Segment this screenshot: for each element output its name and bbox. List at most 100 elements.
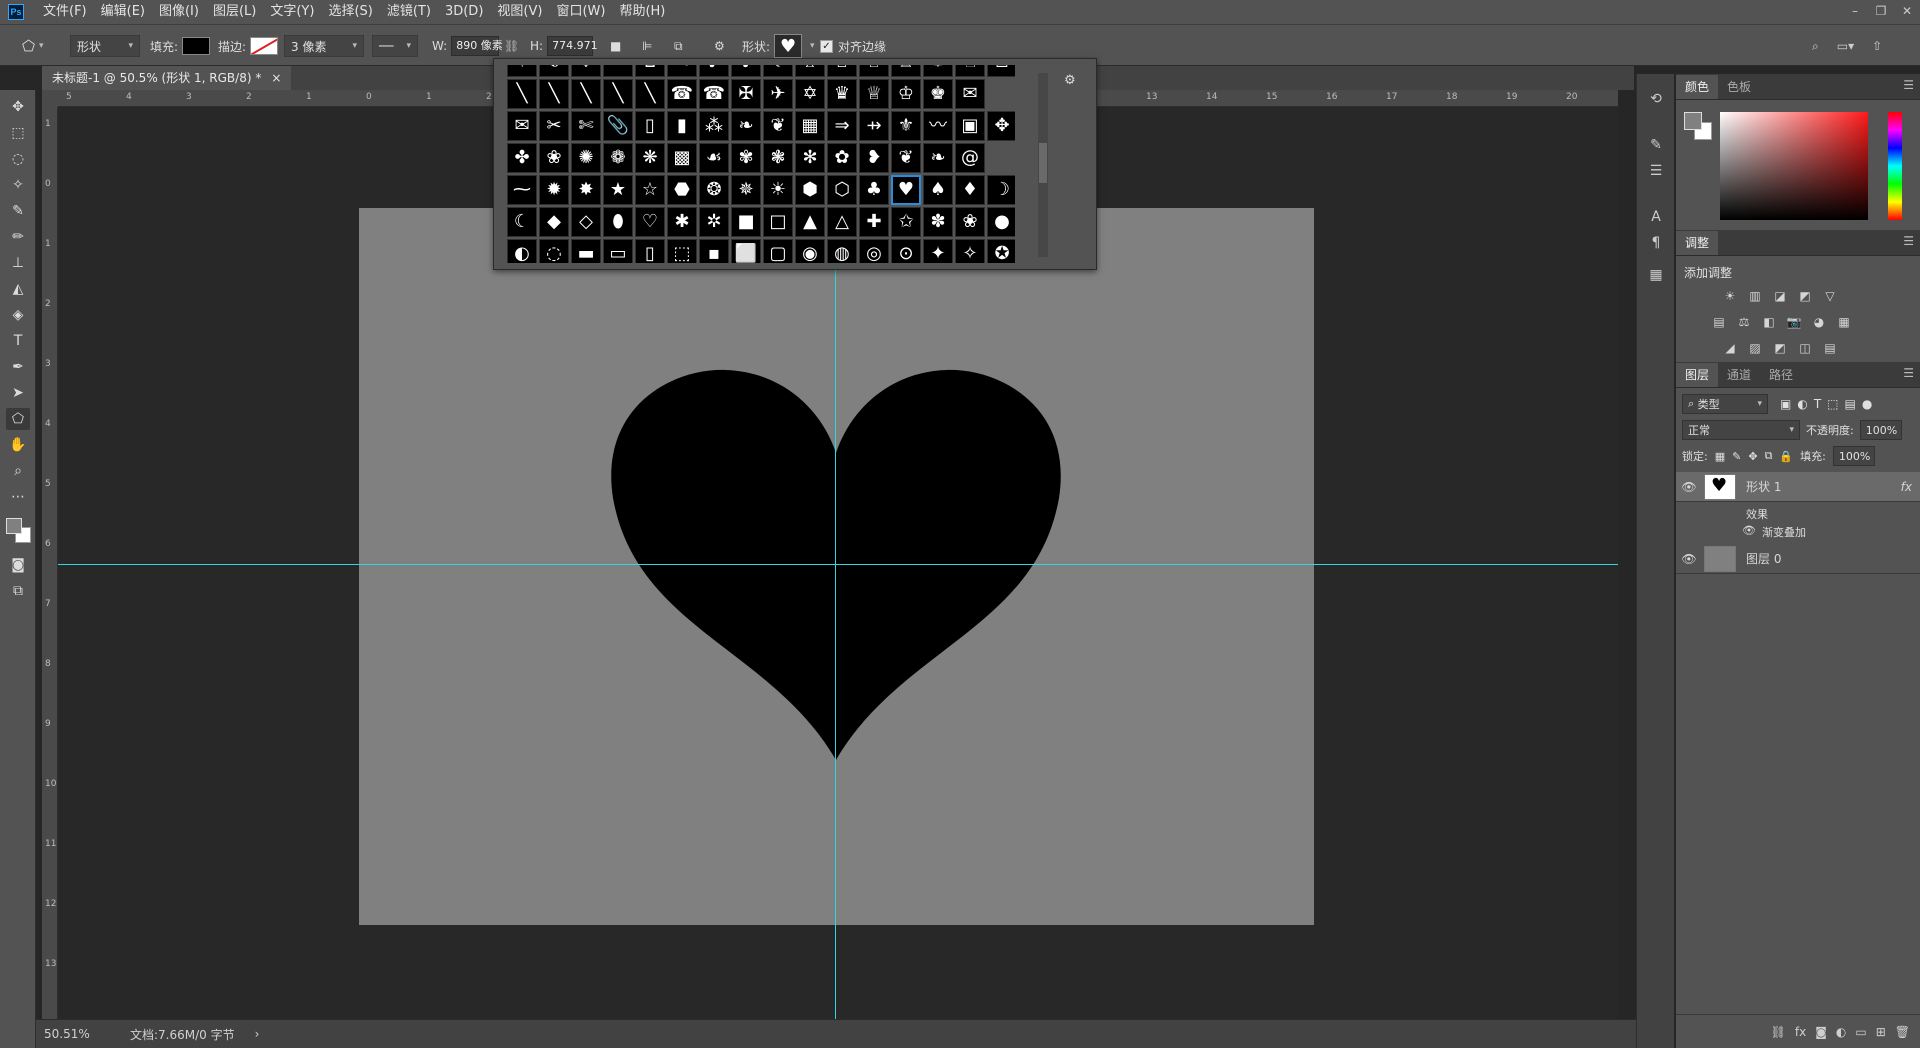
layer-fill-field[interactable]: 100% [1832, 446, 1875, 466]
path-selection-tool[interactable]: ➤ [6, 382, 30, 404]
color-picker-field[interactable] [1720, 112, 1868, 220]
shape-cell[interactable]: ✎ [667, 65, 697, 77]
shape-cell[interactable]: ♙ [987, 65, 1015, 77]
shape-cell[interactable]: ✉ [507, 111, 537, 141]
lock-transparent-icon[interactable]: ▦ [1715, 450, 1725, 463]
eye-icon[interactable]: 👁 [1742, 524, 1756, 540]
shape-cell[interactable]: ♩ [731, 65, 761, 77]
shape-cell[interactable]: ❀ [955, 207, 985, 237]
shape-cell[interactable]: □ [763, 207, 793, 237]
layer-row-background[interactable]: 👁 图层 0 [1676, 544, 1920, 574]
hand-tool[interactable]: ✋ [6, 434, 30, 456]
menu-filter[interactable]: 滤镜(T) [380, 0, 438, 24]
shape-cell[interactable]: ☎ [699, 79, 729, 109]
shape-cell[interactable]: ✒ [603, 65, 633, 77]
align-edges-checkbox[interactable]: ✓ [820, 39, 833, 53]
eye-icon[interactable]: 👁 [1676, 552, 1702, 566]
shape-cell[interactable]: ☀ [763, 175, 793, 205]
shape-cell[interactable]: ◎ [859, 239, 889, 263]
shape-cell[interactable]: ♡ [635, 207, 665, 237]
share-icon[interactable]: ⇧ [1872, 39, 1882, 53]
move-tool[interactable]: ✥ [6, 96, 30, 118]
shape-cell[interactable]: ✱ [667, 207, 697, 237]
shape-cell[interactable]: 📎 [603, 111, 633, 141]
add-style-icon[interactable]: fx [1795, 1025, 1806, 1039]
shape-cell[interactable]: ☽ [987, 175, 1015, 205]
selective-color-icon[interactable]: ◫ [1796, 340, 1814, 356]
invert-icon[interactable]: ◢ [1721, 340, 1739, 356]
vibrance-icon[interactable]: ▽ [1821, 288, 1839, 304]
panel-menu-icon[interactable]: ☰ [1903, 234, 1914, 248]
chevron-down-icon[interactable]: ▾ [806, 41, 815, 51]
shape-cell[interactable]: ✸ [571, 175, 601, 205]
shape-cell[interactable]: ❦ [763, 111, 793, 141]
shape-cell[interactable]: ✺ [571, 143, 601, 173]
shape-cell[interactable]: ❋ [635, 143, 665, 173]
shape-cell[interactable]: ⌂ [635, 65, 665, 77]
layer-filter-select[interactable]: ⌕ 类型 ▾ [1682, 394, 1768, 414]
shape-cell[interactable]: ▬ [571, 239, 601, 263]
threshold-icon[interactable]: ◩ [1771, 340, 1789, 356]
shape-cell[interactable]: ▭ [603, 239, 633, 263]
shape-cell[interactable]: ◉ [795, 239, 825, 263]
shape-cell[interactable]: ♆ [571, 65, 601, 77]
width-field[interactable]: 890 像素 [451, 36, 503, 56]
lock-all-icon[interactable]: 🔒 [1779, 450, 1793, 463]
panel-fg-bg-swatches[interactable] [1684, 112, 1714, 142]
picker-scroll-thumb[interactable] [1039, 143, 1047, 183]
shape-cell[interactable]: ♪ [699, 65, 729, 77]
link-icon[interactable]: ⛓ [504, 39, 519, 53]
channel-mixer-icon[interactable]: ◕ [1810, 314, 1828, 330]
shape-cell[interactable]: ❃ [763, 143, 793, 173]
shape-cell[interactable]: ✹ [539, 175, 569, 205]
shape-cell[interactable]: ⇸ [859, 111, 889, 141]
tab-paths[interactable]: 路径 [1760, 363, 1802, 387]
filter-toggle-icon[interactable]: ● [1862, 397, 1872, 411]
panel-menu-icon[interactable]: ☰ [1903, 366, 1914, 380]
filter-smart-icon[interactable]: ▤ [1845, 397, 1856, 411]
shape-cell[interactable]: ◐ [507, 239, 537, 263]
shape-cell[interactable]: ⊙ [891, 239, 921, 263]
filter-adjust-icon[interactable]: ◐ [1797, 397, 1807, 411]
shape-cell[interactable]: ★ [603, 175, 633, 205]
shape-cell[interactable]: ⬜ [731, 239, 761, 263]
shape-cell[interactable]: ♛ [827, 79, 857, 109]
panel-menu-icon[interactable]: ☰ [1903, 78, 1914, 92]
shape-cell[interactable]: ❥ [859, 143, 889, 173]
shape-cell[interactable]: ♦ [955, 175, 985, 205]
menu-type[interactable]: 文字(Y) [263, 0, 321, 24]
lasso-tool[interactable]: ◌ [6, 148, 30, 170]
shape-cell[interactable]: ⚘ [507, 65, 537, 77]
marquee-tool[interactable]: ⬚ [6, 122, 30, 144]
eraser-tool[interactable]: ◭ [6, 278, 30, 300]
quick-mask-button[interactable]: ◙ [6, 554, 30, 576]
shape-cell[interactable]: ✵ [731, 175, 761, 205]
lock-pixels-icon[interactable]: ✎ [1732, 450, 1741, 463]
shape-cell[interactable]: ▮ [667, 111, 697, 141]
menu-help[interactable]: 帮助(H) [612, 0, 672, 24]
shape-cell[interactable]: ♔ [827, 65, 857, 77]
zoom-tool[interactable]: ⌕ [6, 460, 30, 482]
type-tool[interactable]: T [6, 330, 30, 352]
custom-shape-tool[interactable]: ⬠ [6, 408, 30, 430]
shape-cell[interactable]: ✿ [827, 143, 857, 173]
search-icon[interactable]: ⌕ [1812, 39, 1819, 54]
shape-cell[interactable]: ❦ [891, 143, 921, 173]
document-info[interactable]: 文档:7.66M/0 字节 [130, 1026, 235, 1043]
shape-cell[interactable]: @ [955, 143, 985, 173]
effect-row[interactable]: 👁 渐变叠加 [1742, 524, 1806, 540]
photo-filter-icon[interactable]: 📷 [1785, 314, 1803, 330]
stroke-width-select[interactable]: 3 像素 ▾ [284, 35, 364, 57]
character-icon[interactable]: A [1645, 206, 1667, 228]
brush-settings-icon[interactable]: ✎ [1645, 134, 1667, 156]
tool-preset-picker[interactable]: ⬠ ▾ [22, 34, 44, 58]
shape-cell[interactable]: ⚕ [763, 65, 793, 77]
shape-cell[interactable]: ◇ [571, 207, 601, 237]
shape-cell[interactable]: ♣ [859, 175, 889, 205]
shape-cell[interactable]: ⁂ [699, 111, 729, 141]
shape-cell[interactable]: ╲ [539, 79, 569, 109]
shape-cell[interactable]: ✪ [987, 239, 1015, 263]
shape-cell[interactable]: ■ [731, 207, 761, 237]
filter-type-icon[interactable]: T [1814, 397, 1821, 411]
lock-artboard-icon[interactable]: ⧉ [1765, 449, 1773, 463]
